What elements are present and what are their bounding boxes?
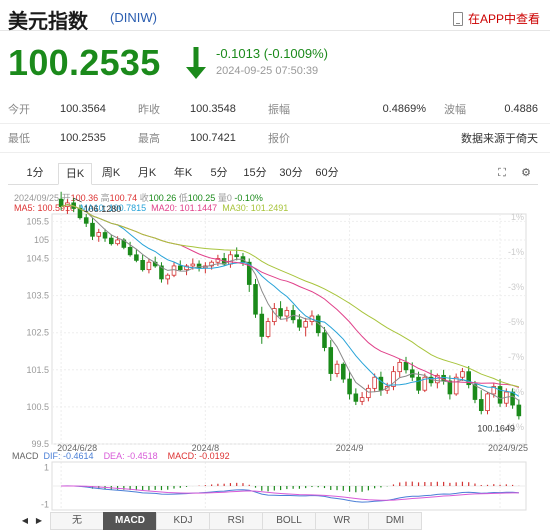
- candle-body: [165, 274, 171, 280]
- candle-body: [478, 399, 484, 412]
- candle-body: [485, 393, 490, 412]
- candle-body: [378, 376, 384, 391]
- dif-value: DIF: -0.4614: [43, 451, 94, 461]
- y-tick-label: 100.5: [26, 402, 49, 412]
- x-tick-label: 2024/9/25: [488, 443, 528, 453]
- candle-body: [334, 363, 340, 374]
- pct-tick-label: -7%: [508, 352, 524, 362]
- scroll-left-icon[interactable]: ◀: [20, 515, 30, 527]
- y-tick-label: 102.5: [26, 328, 49, 338]
- candle-body: [497, 386, 503, 404]
- indicator-kdj-button[interactable]: KDJ: [156, 512, 210, 530]
- candle-body: [416, 376, 421, 391]
- candle-body: [397, 361, 403, 373]
- indicator-boll-button[interactable]: BOLL: [262, 512, 316, 530]
- candle-body: [359, 397, 365, 402]
- indicator-rsi-button[interactable]: RSI: [209, 512, 263, 530]
- candle-body: [516, 404, 522, 417]
- candle-body: [190, 263, 196, 267]
- candle-body: [102, 232, 108, 239]
- candle-body: [127, 246, 133, 256]
- candle-body: [284, 310, 290, 317]
- indicator-dmi-button[interactable]: DMI: [368, 512, 422, 530]
- x-tick-label: 2024/9: [336, 443, 364, 453]
- candle-body: [234, 254, 239, 258]
- candle-body: [140, 259, 145, 271]
- candle-body: [109, 237, 114, 245]
- candle-body: [134, 254, 139, 261]
- plot-frame: [51, 213, 527, 445]
- candle-body: [265, 321, 271, 337]
- candle-body: [472, 384, 478, 400]
- y-tick-label: 101.5: [26, 365, 49, 375]
- candle-body: [447, 380, 453, 395]
- candle-body: [253, 284, 258, 315]
- max-label: 106.1280: [84, 204, 122, 214]
- indicator-buttons: 无 MACD KDJ RSI BOLL WR DMI: [50, 512, 422, 530]
- macd-title: MACD: [12, 451, 39, 461]
- candle-body: [297, 319, 302, 328]
- candle-body: [366, 387, 371, 399]
- pct-tick-label: -5%: [508, 317, 524, 327]
- macd-tick-label: -1: [41, 499, 49, 509]
- candle-body: [90, 222, 95, 237]
- candle-body: [303, 321, 308, 328]
- candle-body: [96, 232, 102, 237]
- candle-body: [341, 363, 346, 380]
- pct-tick-label: -3%: [508, 282, 524, 292]
- y-tick-label: 103.5: [26, 291, 49, 301]
- candle-body: [171, 265, 177, 276]
- max-pointer: [73, 197, 82, 203]
- y-tick-label: 105.5: [26, 216, 49, 226]
- candle-body: [228, 254, 233, 265]
- candle-body: [453, 376, 459, 395]
- indicator-none-button[interactable]: 无: [50, 512, 104, 530]
- scroll-right-icon[interactable]: ▶: [34, 515, 44, 527]
- min-label: 100.1649: [477, 424, 515, 434]
- indicator-wr-button[interactable]: WR: [315, 512, 369, 530]
- candle-body: [372, 376, 377, 389]
- candle-body: [83, 217, 89, 224]
- indicator-macd-button[interactable]: MACD: [103, 512, 157, 530]
- candle-body: [278, 308, 283, 317]
- candle-body: [322, 332, 327, 348]
- candle-body: [460, 371, 465, 378]
- candle-body: [177, 265, 183, 271]
- y-tick-label: 105: [34, 235, 49, 245]
- ma10-line: [60, 204, 520, 397]
- candle-body: [403, 361, 409, 371]
- y-tick-label: 104.5: [26, 254, 49, 264]
- pct-tick-label: 1%: [511, 212, 524, 222]
- candle-body: [146, 261, 152, 271]
- candle-body: [328, 347, 334, 374]
- y-tick-label: 99.5: [31, 439, 49, 449]
- candle-body: [353, 393, 359, 402]
- pct-tick-label: -1%: [508, 247, 524, 257]
- candle-body: [259, 313, 265, 337]
- candle-body: [347, 378, 352, 395]
- macd-tick-label: 1: [44, 463, 49, 473]
- dea-value: DEA: -0.4518: [103, 451, 158, 461]
- candle-body: [115, 239, 120, 245]
- candle-body: [58, 198, 64, 207]
- macd-info: MACD DIF: -0.4614 DEA: -0.4518 MACD: -0.…: [12, 451, 230, 461]
- macd-value: MACD: -0.0192: [167, 451, 230, 461]
- candle-body: [510, 391, 515, 406]
